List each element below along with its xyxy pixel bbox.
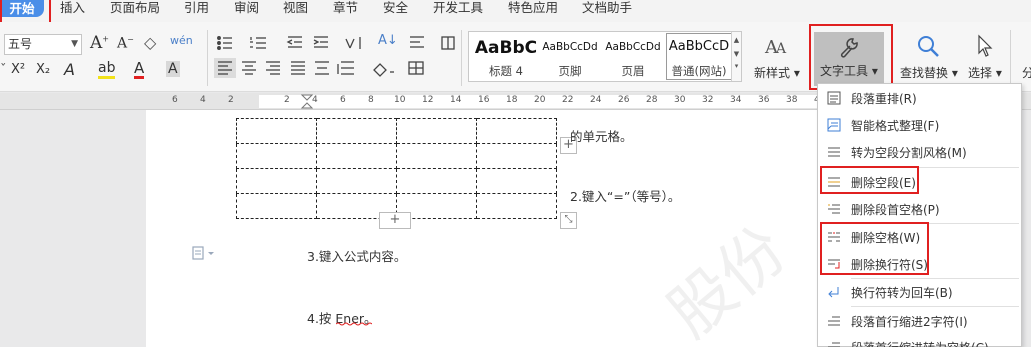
document-table[interactable]	[236, 118, 557, 219]
resize-table-handle[interactable]: ⤡	[560, 212, 577, 229]
ruler-number: 34	[730, 95, 742, 105]
styles-gallery: AaBbC 标题 4 AaBbCcDd 页脚 AaBbCcDd 页眉 AaBbC…	[468, 31, 742, 82]
ruler-number: 28	[646, 95, 658, 105]
tab-chapter[interactable]: 章节	[333, 0, 358, 20]
line-break-to-enter-icon	[828, 287, 839, 298]
font-size-select[interactable]: 五号 ▼	[4, 34, 82, 55]
paragraph-tools-icons[interactable]	[214, 34, 464, 84]
ruler-number: 24	[590, 95, 602, 105]
tab-security[interactable]: 安全	[383, 0, 408, 20]
ruler-number: 6	[172, 95, 178, 105]
table-row	[236, 168, 557, 194]
delete-empty-paragraph-highlight-box	[820, 166, 919, 194]
tab-page-layout[interactable]: 页面布局	[110, 0, 160, 20]
document-step-3: 3.键入公式内容。	[307, 249, 407, 264]
menu-item-smart-format[interactable]: 智能格式整理(F)	[818, 113, 1021, 137]
paragraph-rearrange-icon	[827, 91, 841, 105]
magnifier-icon	[918, 36, 939, 57]
empty-paragraph-split-icon	[828, 147, 840, 157]
add-row-button[interactable]: +	[379, 212, 411, 229]
smart-format-icon	[827, 118, 841, 132]
ruler-number: 8	[368, 95, 374, 105]
tab-special-apps[interactable]: 特色应用	[508, 0, 558, 20]
ruler-number: 18	[506, 95, 518, 105]
ruler-number: 4	[200, 95, 206, 105]
divider	[1010, 30, 1011, 86]
font-size-value: 五号	[8, 37, 33, 51]
indent-marker-icon[interactable]	[301, 94, 313, 110]
partial-ribbon-label[interactable]: 分	[1022, 64, 1031, 81]
tab-view[interactable]: 视图	[283, 0, 308, 20]
ruler-number: 22	[562, 95, 574, 105]
menu-bar: 开始 插入 页面布局 引用 审阅 视图 章节 安全 开发工具 特色应用 文档助手	[0, 0, 1031, 24]
selected-style-frame	[666, 33, 732, 80]
tab-references[interactable]: 引用	[184, 0, 209, 20]
ruler-number: 36	[758, 95, 770, 105]
menu-item-paragraph-rearrange[interactable]: 段落重排(R)	[818, 86, 1021, 110]
increase-font-size-button[interactable]: A+	[90, 33, 109, 53]
chevron-down-icon: ▼	[71, 39, 78, 49]
font-color-button[interactable]: A	[134, 60, 145, 79]
style-header[interactable]: AaBbCcDd 页眉	[601, 32, 665, 81]
paragraph-layout-icon[interactable]	[192, 246, 218, 260]
tab-developer[interactable]: 开发工具	[433, 0, 483, 20]
indent-to-space-icon	[828, 342, 840, 347]
delete-space-highlight-box	[820, 222, 929, 275]
decrease-font-size-button[interactable]: A−	[117, 35, 134, 52]
ruler-number: 26	[618, 95, 630, 105]
clear-format-icon[interactable]: ◇	[144, 33, 156, 52]
sort-button[interactable]: A↓	[378, 33, 398, 48]
ruler-number: 20	[534, 95, 546, 105]
menu-divider	[851, 306, 1019, 307]
menu-item-delete-leading-space[interactable]: 删除段首空格(P)	[818, 197, 1021, 221]
menu-item-empty-paragraph-split[interactable]: 转为空段分割风格(M)	[818, 140, 1021, 164]
menu-divider	[851, 278, 1019, 279]
table-row	[236, 118, 557, 144]
gallery-scrollbar[interactable]: ▲ ▼ ▾	[731, 32, 741, 81]
text-effect-button[interactable]: A	[64, 60, 75, 79]
ruler-number: 10	[394, 95, 406, 105]
divider	[207, 30, 208, 86]
tab-insert[interactable]: 插入	[60, 0, 85, 20]
ruler-number: 16	[478, 95, 490, 105]
find-replace-button[interactable]: 查找替换 ▾	[900, 64, 958, 81]
text-tools-dropdown: 段落重排(R) 智能格式整理(F) 转为空段分割风格(M) 删除空段(E) 删除…	[817, 83, 1022, 347]
superscript-button[interactable]: X²	[11, 62, 25, 77]
select-button[interactable]: 选择 ▾	[968, 64, 1002, 81]
ruler-number: 6	[340, 95, 346, 105]
tab-review[interactable]: 审阅	[234, 0, 259, 20]
character-shading-button[interactable]: A	[166, 61, 180, 77]
first-line-indent-icon	[828, 316, 840, 326]
svg-text:A: A	[775, 41, 787, 57]
menu-item-indent-to-space[interactable]: 段落首行缩进转为空格(C)	[818, 335, 1021, 347]
text-tools-highlight-box	[809, 24, 893, 90]
document-step-2: 2.键入“=”（等号）。	[570, 189, 681, 204]
strikethrough-chevron-icon[interactable]: ˇ	[0, 63, 7, 78]
menu-item-line-break-to-enter[interactable]: 换行符转为回车(B)	[818, 280, 1021, 304]
ruler-number: 12	[422, 95, 434, 105]
table-row	[236, 143, 557, 169]
document-text-line: 的单元格。	[570, 129, 633, 144]
delete-leading-space-icon	[828, 204, 840, 214]
ribbon-toolbar: 五号 ▼ A+ A− ◇ wén ˇ X² X₂ A ab A A A↓ AaB…	[0, 22, 1031, 92]
cursor-arrow-icon	[978, 34, 993, 57]
menu-item-first-line-indent[interactable]: 段落首行缩进2字符(I)	[818, 309, 1021, 333]
start-tab-highlight-box	[0, 0, 51, 24]
highlight-color-button[interactable]: ab	[98, 61, 116, 79]
new-style-icon: A A	[764, 37, 787, 58]
divider	[461, 30, 462, 86]
subscript-button[interactable]: X₂	[36, 62, 50, 77]
ruler-number: 14	[450, 95, 462, 105]
new-style-button[interactable]: 新样式 ▾	[754, 64, 800, 81]
ruler-number: 30	[674, 95, 686, 105]
style-heading4[interactable]: AaBbC 标题 4	[471, 32, 541, 81]
spellcheck-underline	[336, 322, 372, 326]
ruler-number: 38	[786, 95, 798, 105]
tab-doc-assistant[interactable]: 文档助手	[582, 0, 632, 20]
pinyin-guide-icon[interactable]: wén	[170, 34, 193, 47]
ruler-number: 2	[228, 95, 234, 105]
ruler-number: 2	[284, 95, 290, 105]
ruler-number: 32	[702, 95, 714, 105]
style-footer[interactable]: AaBbCcDd 页脚	[539, 32, 601, 81]
